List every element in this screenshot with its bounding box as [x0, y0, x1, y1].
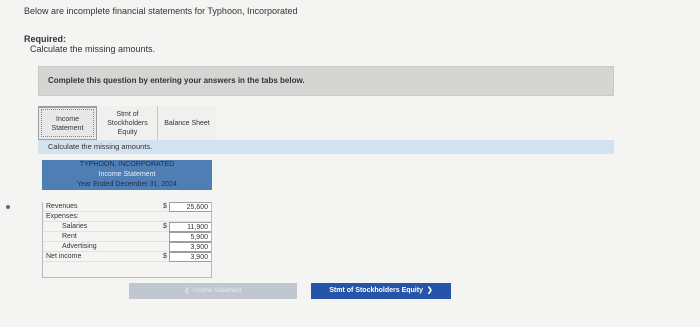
edge-marker	[6, 205, 10, 209]
currency-symbol: $	[163, 223, 167, 230]
amount-input[interactable]: 3,900	[169, 242, 212, 252]
tab-label-line: Equity	[117, 128, 138, 136]
required-text: Calculate the missing amounts.	[30, 44, 156, 54]
prev-button-label: Income Statement	[192, 288, 242, 294]
row-label: Rent	[62, 233, 77, 240]
tab-label-line: Balance Sheet	[164, 119, 210, 127]
required-heading: Required:	[24, 34, 67, 44]
next-tab-button[interactable]: Stmt of Stockholders Equity ❯	[311, 283, 451, 299]
chevron-left-icon: ❮	[184, 288, 192, 294]
currency-symbol: $	[163, 203, 167, 210]
table-row: Revenues $ 25,600	[42, 202, 212, 212]
row-label: Revenues	[46, 203, 78, 210]
statement-period: Year Ended December 31, 2024	[42, 180, 212, 190]
row-label: Advertising	[62, 243, 97, 250]
amount-input[interactable]: 25,600	[169, 202, 212, 212]
instruction-banner: Complete this question by entering your …	[38, 66, 614, 96]
prev-tab-button[interactable]: ❮ Income Statement	[129, 283, 297, 299]
panel-instruction: Calculate the missing amounts.	[48, 142, 153, 151]
company-name: TYPHOON, INCORPORATED	[42, 160, 212, 170]
table-row: Net income $ 3,900	[42, 252, 212, 262]
table-row: Rent 5,900	[42, 232, 212, 242]
statement-body: Revenues $ 25,600 Expenses: Salaries $ 1…	[42, 202, 212, 262]
row-label: Net income	[46, 253, 82, 260]
next-button-label: Stmt of Stockholders Equity	[329, 287, 423, 294]
amount-input[interactable]: 3,900	[169, 252, 212, 262]
tab-income-statement[interactable]: Income Statement	[38, 106, 97, 140]
tab-label-line: Stmt of	[116, 110, 139, 118]
chevron-right-icon: ❯	[424, 287, 433, 294]
tab-label-line: Statement	[51, 124, 84, 132]
currency-symbol: $	[163, 253, 167, 260]
tab-label-line: Stockholders	[107, 119, 148, 127]
table-row: Expenses:	[42, 212, 212, 222]
banner-text: Complete this question by entering your …	[48, 76, 305, 85]
amount-input[interactable]: 11,900	[169, 222, 212, 232]
table-row: Salaries $ 11,900	[42, 222, 212, 232]
tab-balance-sheet[interactable]: Balance Sheet	[158, 106, 216, 140]
amount-input[interactable]: 5,900	[169, 232, 212, 242]
intro-text: Below are incomplete financial statement…	[24, 6, 298, 16]
table-row: Advertising 3,900	[42, 242, 212, 252]
row-label: Expenses:	[46, 213, 79, 220]
tab-label-line: Income	[56, 115, 79, 123]
statement-title: Income Statement	[42, 170, 212, 180]
tab-stmt-stockholders-equity[interactable]: Stmt of Stockholders Equity	[98, 106, 158, 140]
row-label: Salaries	[62, 223, 88, 230]
statement-header: TYPHOON, INCORPORATED Income Statement Y…	[42, 160, 212, 190]
